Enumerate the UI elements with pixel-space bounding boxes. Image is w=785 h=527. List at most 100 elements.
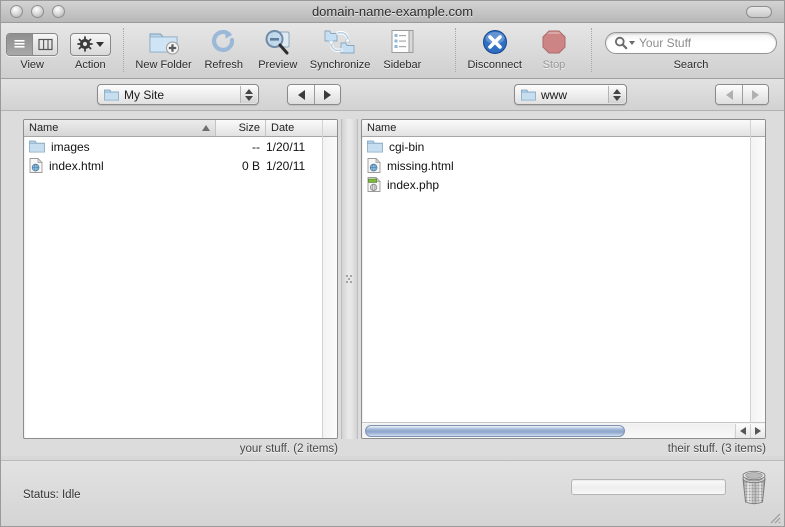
- table-row[interactable]: cgi-bin: [362, 137, 765, 156]
- sidebar-icon: [388, 26, 416, 58]
- trash-can-icon[interactable]: [736, 469, 772, 509]
- local-back-button[interactable]: [288, 85, 314, 104]
- path-bar-left-nav: [287, 84, 341, 105]
- folder-icon: [521, 89, 536, 101]
- preview-icon: [262, 26, 294, 58]
- local-column-header: Name Size Date: [24, 120, 337, 137]
- remote-path-stepper-icon[interactable]: [608, 86, 625, 103]
- remote-path-label: www: [541, 87, 567, 102]
- sort-ascending-icon: [202, 125, 210, 131]
- toolbar-separator-1: [123, 28, 125, 72]
- file-date: 1/20/11: [266, 158, 306, 173]
- folder-icon: [104, 89, 119, 101]
- view-segmented-icon: [6, 26, 59, 58]
- remote-column-name[interactable]: Name: [362, 120, 765, 136]
- disconnect-icon: [480, 26, 510, 58]
- stop-icon: [540, 26, 568, 58]
- file-name: cgi-bin: [389, 139, 425, 154]
- local-column-date[interactable]: Date: [266, 120, 324, 136]
- view-list-mode-icon[interactable]: [7, 33, 33, 55]
- toolbar-label-disconnect: Disconnect: [467, 59, 522, 71]
- remote-column-name-label: Name: [367, 122, 397, 134]
- toolbar-label-refresh: Refresh: [204, 59, 244, 71]
- search-scope-chevron-icon[interactable]: [629, 41, 635, 45]
- window-resize-grip[interactable]: [768, 511, 782, 525]
- remote-file-list[interactable]: Name cgi-bin missing.html index.php: [361, 119, 766, 439]
- table-row[interactable]: missing.html: [362, 156, 765, 175]
- remote-vertical-scrollbar[interactable]: [750, 120, 765, 422]
- folder-icon: [29, 140, 45, 153]
- toolbar-item-disconnect[interactable]: Disconnect: [462, 26, 527, 76]
- remote-column-header: Name: [362, 120, 765, 137]
- local-vertical-scrollbar[interactable]: [322, 120, 337, 438]
- file-name: index.php: [387, 177, 440, 192]
- ftp-client-window: domain-name-example.com View Action New …: [0, 0, 785, 527]
- transfer-progress-bar: [571, 479, 726, 495]
- folder-icon: [367, 140, 383, 153]
- search-icon: [614, 36, 628, 50]
- view-column-mode-icon[interactable]: [32, 33, 58, 55]
- toolbar-item-action[interactable]: Action: [63, 26, 117, 76]
- new-folder-icon: [148, 26, 180, 58]
- pane-splitter[interactable]: [341, 119, 358, 439]
- titlebar: domain-name-example.com: [1, 1, 784, 23]
- hscroll-buttons: [735, 423, 765, 438]
- path-bar-right: www: [514, 84, 627, 105]
- refresh-icon: [209, 26, 239, 58]
- toolbar-item-new-folder[interactable]: New Folder: [130, 26, 196, 76]
- local-path-stepper-icon[interactable]: [240, 86, 257, 103]
- synchronize-icon: [323, 26, 357, 58]
- path-bar-left: My Site: [97, 84, 259, 105]
- toolbar-toggle-button[interactable]: [746, 6, 772, 18]
- remote-path-popup[interactable]: www: [514, 84, 627, 105]
- toolbar-item-synchronize[interactable]: Synchronize: [305, 26, 376, 76]
- toolbar-item-preview[interactable]: Preview: [251, 26, 305, 76]
- remote-back-button[interactable]: [716, 85, 742, 104]
- remote-rows: cgi-bin missing.html index.php: [362, 137, 765, 194]
- status-bar: Status: Idle: [1, 460, 784, 526]
- file-size: 0 B: [241, 158, 260, 173]
- toolbar-separator-3: [591, 28, 592, 72]
- table-row[interactable]: index.html 0 B 1/20/11: [24, 156, 337, 175]
- local-path-label: My Site: [124, 87, 165, 102]
- path-bar: My Site www: [1, 79, 784, 111]
- file-name: index.html: [49, 158, 104, 173]
- local-path-popup[interactable]: My Site: [97, 84, 259, 105]
- file-date: 1/20/11: [266, 139, 306, 154]
- toolbar-label-view: View: [20, 59, 44, 71]
- local-rows: images -- 1/20/11 index.html 0 B 1/20/11: [24, 137, 337, 175]
- php-file-icon: [367, 177, 381, 192]
- toolbar-label-synchronize: Synchronize: [309, 59, 371, 71]
- hscroll-right-button[interactable]: [750, 423, 765, 438]
- search-field[interactable]: Your Stuff: [605, 32, 777, 54]
- remote-pane-caption: their stuff. (3 items): [667, 443, 766, 455]
- toolbar-label-stop: Stop: [542, 59, 566, 71]
- toolbar-item-sidebar[interactable]: Sidebar: [375, 26, 429, 76]
- browser-area: Name Size Date images -- 1/20/11 index.h…: [1, 111, 784, 456]
- status-text: Status: Idle: [23, 489, 81, 501]
- local-column-date-label: Date: [271, 122, 295, 134]
- local-column-name[interactable]: Name: [24, 120, 216, 136]
- remote-forward-button[interactable]: [742, 85, 768, 104]
- local-file-list[interactable]: Name Size Date images -- 1/20/11 index.h…: [23, 119, 338, 439]
- table-row[interactable]: images -- 1/20/11: [24, 137, 337, 156]
- toolbar-item-view[interactable]: View: [1, 26, 63, 76]
- table-row[interactable]: index.php: [362, 175, 765, 194]
- hscroll-left-button[interactable]: [735, 423, 750, 438]
- path-bar-right-nav: [715, 84, 769, 105]
- toolbar-label-search: Search: [673, 59, 709, 71]
- file-name: images: [51, 139, 90, 154]
- hscroll-thumb[interactable]: [365, 424, 625, 437]
- local-forward-button[interactable]: [314, 85, 340, 104]
- window-title: domain-name-example.com: [311, 4, 474, 19]
- file-name: missing.html: [387, 158, 454, 173]
- local-column-size[interactable]: Size: [216, 120, 266, 136]
- html-file-icon: [367, 158, 381, 173]
- toolbar-item-stop[interactable]: Stop: [527, 26, 581, 76]
- toolbar-label-sidebar: Sidebar: [383, 59, 422, 71]
- hscroll-track[interactable]: [363, 423, 734, 438]
- remote-horizontal-scrollbar[interactable]: [362, 422, 765, 438]
- html-file-icon: [29, 158, 43, 173]
- local-pane-caption: your stuff. (2 items): [239, 443, 338, 455]
- toolbar-item-refresh[interactable]: Refresh: [197, 26, 251, 76]
